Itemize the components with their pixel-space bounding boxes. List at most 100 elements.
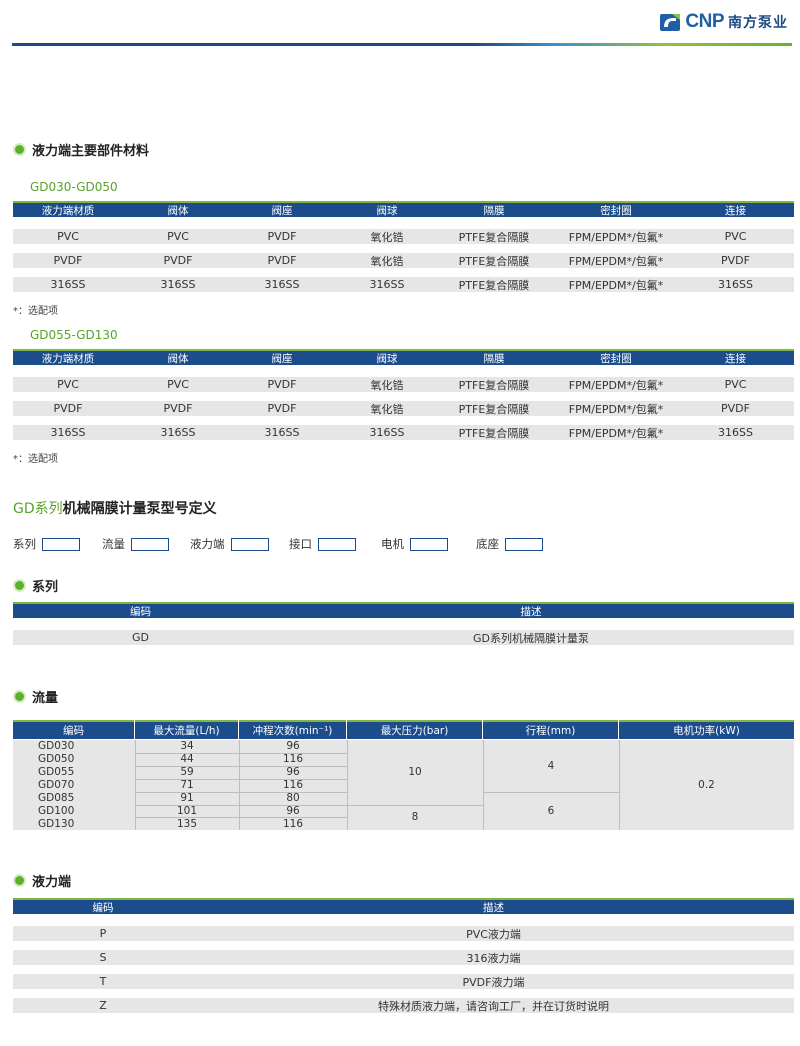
column-header: 行程(mm) bbox=[483, 720, 618, 739]
row-divider bbox=[135, 817, 347, 819]
brand-name: CNP bbox=[685, 11, 724, 32]
table-cell: 116 bbox=[282, 753, 304, 766]
series-table: 编码 描述 GD GD系列机械隔膜计量泵 bbox=[13, 602, 794, 646]
model-field: 液力端 bbox=[190, 536, 269, 552]
row-divider bbox=[135, 752, 347, 754]
model-field: 底座 bbox=[476, 536, 543, 552]
table-cell: GD055 bbox=[38, 766, 75, 779]
table-cell: 96 bbox=[286, 766, 300, 779]
table-cell: 316SS bbox=[369, 278, 405, 291]
model-field-label: 流量 bbox=[102, 537, 125, 551]
table-cell: GD085 bbox=[38, 792, 75, 805]
table-cell: 96 bbox=[286, 804, 300, 817]
table-row: PVDF PVDF PVDF 氧化锆 PTFE复合隔膜 FPM/EPDM*/包氟* PVDF bbox=[13, 253, 794, 268]
section-heading-materials: 液力端主要部件材料 bbox=[13, 140, 149, 159]
table-header: 液力端材质 阀体 阀座 阀球 隔膜 密封圈 连接 bbox=[13, 201, 794, 217]
table-cell: PVDF bbox=[53, 254, 83, 267]
table-cell: PVC液力端 bbox=[466, 927, 521, 941]
table-cell: 316SS bbox=[264, 426, 300, 439]
table-cell: 316液力端 bbox=[466, 951, 521, 965]
table-cell: 34 bbox=[180, 740, 194, 753]
table-cell: GD050 bbox=[38, 753, 75, 766]
table-cell: 80 bbox=[286, 792, 300, 805]
table-cell: 316SS bbox=[160, 426, 196, 439]
table-cell: GD130 bbox=[38, 817, 75, 830]
table-cell: 316SS bbox=[50, 278, 86, 291]
section-heading-series: 系列 bbox=[13, 576, 58, 595]
table-cell: PVC bbox=[167, 378, 189, 391]
table-cell: GD070 bbox=[38, 779, 75, 792]
table-cell: PVC bbox=[724, 230, 747, 243]
column-header: 最大流量(L/h) bbox=[135, 720, 238, 739]
table-cell: PVDF bbox=[53, 402, 83, 415]
table-cell: FPM/EPDM*/包氟* bbox=[568, 278, 664, 292]
table-cell: 316SS bbox=[369, 426, 405, 439]
stroke-cell: 6 bbox=[547, 804, 555, 817]
table-cell: 特殊材质液力端，请咨询工厂，并在订货时说明 bbox=[378, 999, 609, 1013]
column-header: 编码 bbox=[13, 720, 134, 739]
stroke-cell: 4 bbox=[547, 759, 555, 772]
table-cell: PTFE复合隔膜 bbox=[458, 254, 530, 268]
model-field: 流量 bbox=[102, 536, 169, 552]
model-field-label: 电机 bbox=[381, 537, 404, 551]
column-header: 最大压力(bar) bbox=[347, 720, 482, 739]
table-row: PVDF PVDF PVDF 氧化锆 PTFE复合隔膜 FPM/EPDM*/包氟* PVDF bbox=[13, 401, 794, 416]
row-divider bbox=[135, 791, 347, 793]
column-divider bbox=[239, 740, 240, 831]
table-cell: PVDF bbox=[267, 230, 297, 243]
group-label: GD030-GD050 bbox=[30, 180, 118, 194]
table-cell: Z bbox=[99, 999, 107, 1012]
table-row: PVC PVC PVDF 氧化锆 PTFE复合隔膜 FPM/EPDM*/包氟* PVC bbox=[13, 229, 794, 244]
table-cell: GD030 bbox=[38, 740, 75, 753]
table-cell: 116 bbox=[282, 779, 304, 792]
table-cell: PTFE复合隔膜 bbox=[458, 402, 530, 416]
table-cell: 44 bbox=[180, 753, 194, 766]
table-cell: 316SS bbox=[50, 426, 86, 439]
table-header: 编码 描述 bbox=[13, 602, 794, 618]
row-divider bbox=[483, 791, 619, 793]
row-divider bbox=[135, 804, 347, 806]
column-header: 电机功率(kW) bbox=[619, 720, 794, 739]
table-cell: PVDF液力端 bbox=[462, 975, 525, 989]
liquid-end-table: 编码 描述 P PVC液力端 S 316液力端 T PVDF液力端 Z 特殊材质液力端，请咨询… bbox=[13, 898, 794, 1018]
table-header: 液力端材质 阀体 阀座 阀球 隔膜 密封圈 连接 bbox=[13, 349, 794, 365]
table-cell: 316SS bbox=[160, 278, 196, 291]
table-cell: PVDF bbox=[163, 402, 193, 415]
column-divider bbox=[135, 740, 136, 831]
power-cell: 0.2 bbox=[698, 779, 715, 792]
column-header: 阀座 bbox=[271, 352, 293, 365]
column-header: 连接 bbox=[725, 352, 746, 365]
table-row: S 316液力端 bbox=[13, 950, 794, 965]
model-field-box bbox=[410, 537, 448, 551]
table-cell: FPM/EPDM*/包氟* bbox=[568, 426, 664, 440]
model-field-box bbox=[318, 537, 356, 551]
column-header: 密封圈 bbox=[600, 204, 632, 217]
table-row: 316SS 316SS 316SS 316SS PTFE复合隔膜 FPM/EPDM*/包氟… bbox=[13, 277, 794, 292]
table-cell: PVDF bbox=[721, 402, 750, 415]
footnote: *：选配项 bbox=[13, 454, 58, 465]
table-cell: PVDF bbox=[267, 378, 297, 391]
bullet-icon bbox=[13, 143, 26, 156]
table-cell: 59 bbox=[180, 766, 194, 779]
model-field-label: 液力端 bbox=[190, 537, 225, 551]
row-divider bbox=[135, 778, 347, 780]
bullet-icon bbox=[13, 579, 26, 592]
model-field-box bbox=[505, 537, 543, 551]
column-header: 液力端材质 bbox=[41, 352, 95, 365]
table-cell: PTFE复合隔膜 bbox=[458, 378, 530, 392]
table-cell: FPM/EPDM*/包氟* bbox=[568, 402, 664, 416]
column-header: 阀体 bbox=[167, 352, 189, 365]
table-cell: PTFE复合隔膜 bbox=[458, 278, 530, 292]
table-cell: PVC bbox=[57, 230, 79, 243]
model-field-box bbox=[131, 537, 169, 551]
table-cell: 氧化锆 bbox=[370, 402, 404, 416]
model-field-label: 接口 bbox=[289, 537, 312, 551]
bullet-icon bbox=[13, 690, 26, 703]
flow-table: 编码 最大流量(L/h) 冲程次数(min⁻¹) 最大压力(bar) 行程(mm) 电机功… bbox=[13, 720, 794, 831]
table-cell: 氧化锆 bbox=[370, 254, 404, 268]
table-cell: FPM/EPDM*/包氟* bbox=[568, 230, 664, 244]
table-cell: 135 bbox=[176, 817, 198, 830]
table-cell: FPM/EPDM*/包氟* bbox=[568, 378, 664, 392]
table-cell: PVDF bbox=[267, 402, 297, 415]
table-cell: 316SS bbox=[718, 426, 753, 439]
